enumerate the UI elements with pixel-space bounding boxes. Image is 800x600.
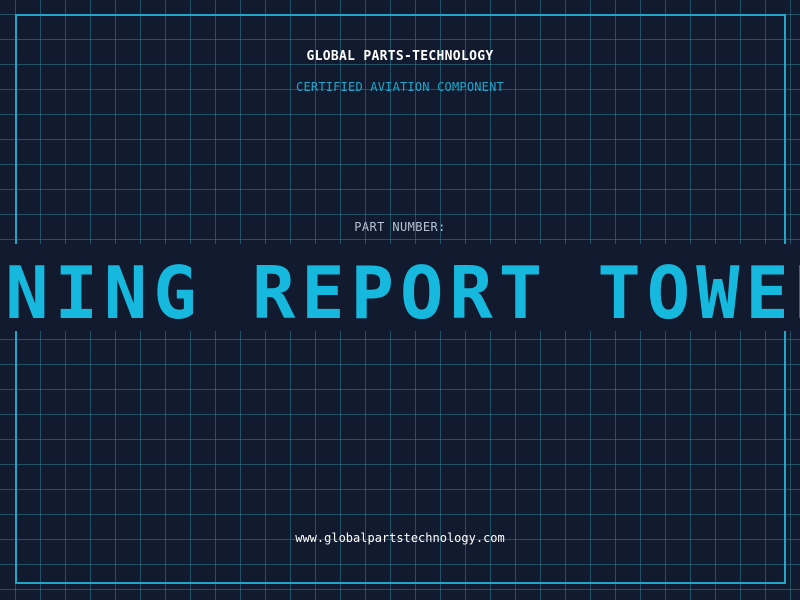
part-number-label: PART NUMBER: (354, 220, 446, 234)
part-number-band: RNING REPORT TOWER (0, 244, 800, 331)
certification-subtitle: CERTIFIED AVIATION COMPONENT (296, 80, 504, 94)
website-url: www.globalpartstechnology.com (295, 531, 505, 545)
company-name: GLOBAL PARTS-TECHNOLOGY (306, 49, 494, 64)
part-number-value: RNING REPORT TOWER (0, 251, 800, 331)
